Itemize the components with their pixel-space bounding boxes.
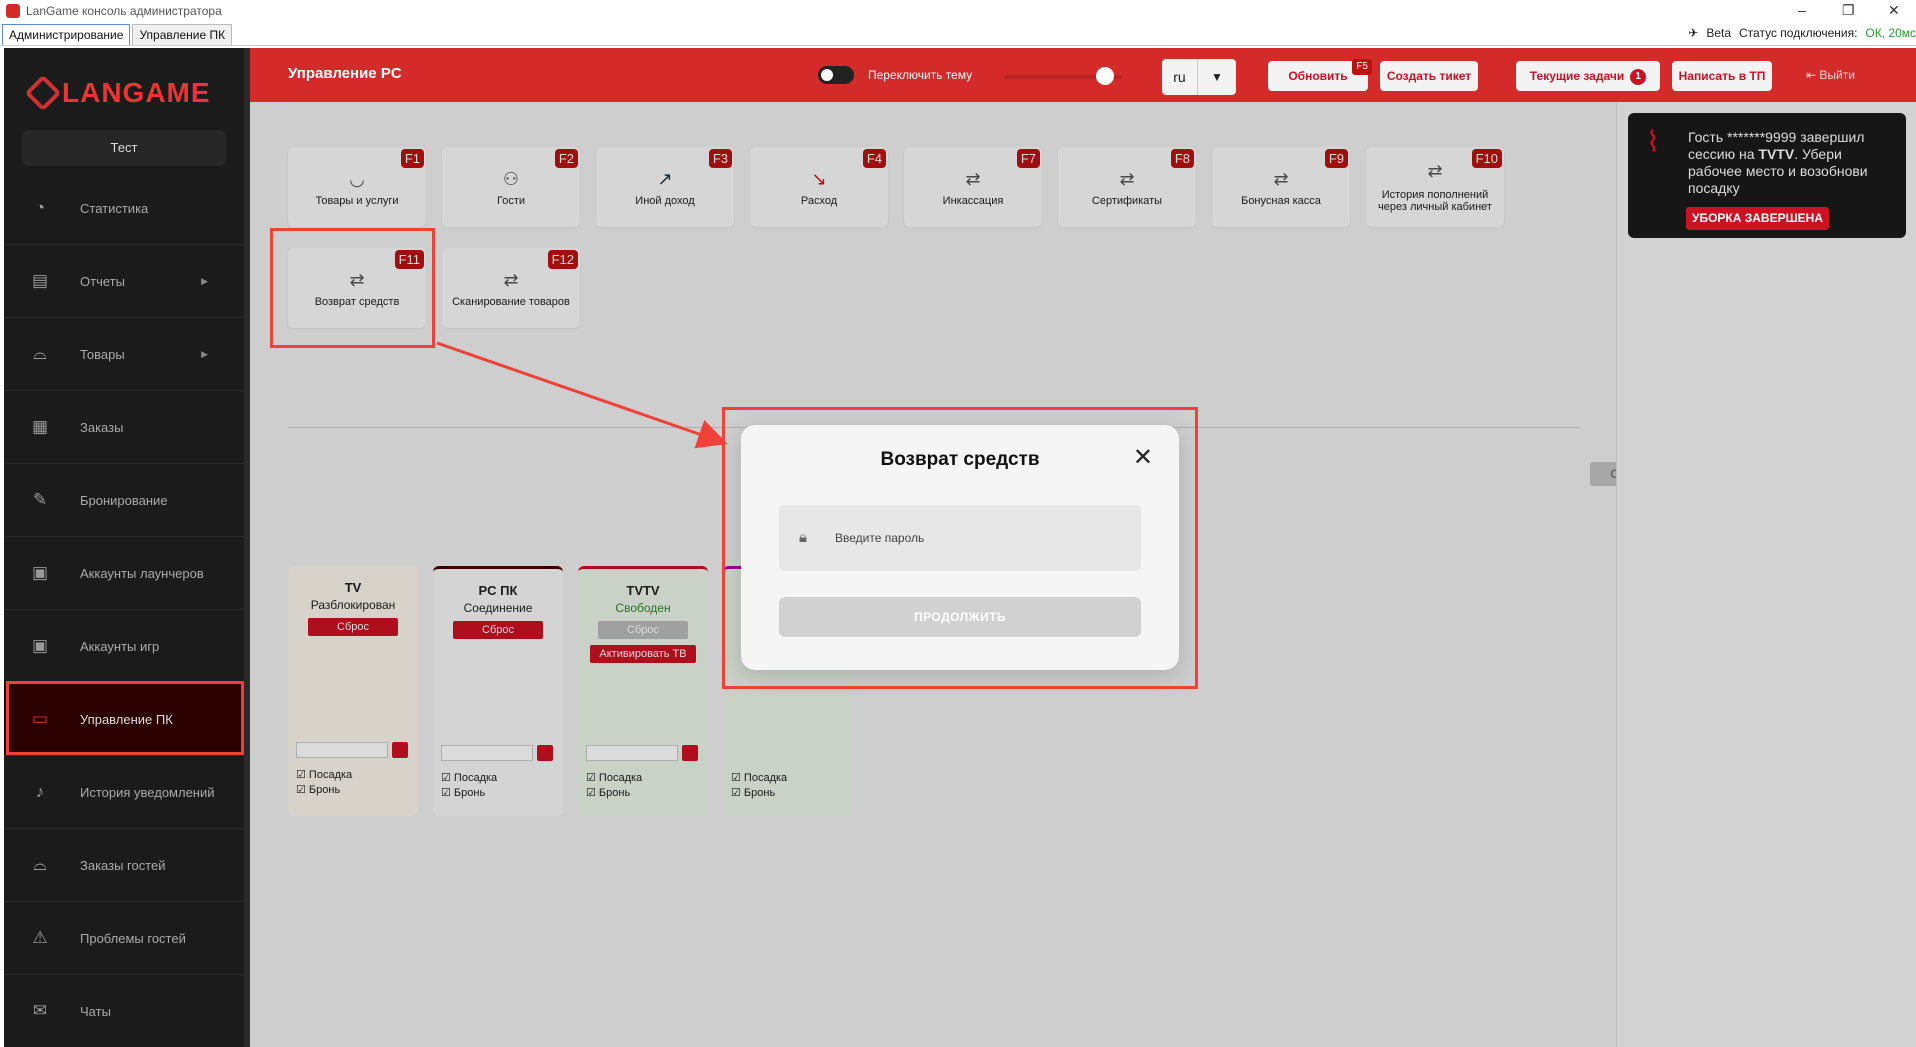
- header-bar: Управление PC Переключить тему ru ▼ Обно…: [250, 48, 1916, 102]
- chevron-right-icon: ▶: [201, 275, 208, 286]
- window-title: LanGame консоль администратора: [26, 4, 222, 18]
- sidebar-item-label: Заказы гостей: [80, 857, 166, 873]
- sidebar-item-label: Бронирование: [80, 492, 168, 508]
- langame-logo: LANGAME: [24, 74, 211, 112]
- logout-button[interactable]: ⇤ Выйти: [1806, 68, 1855, 82]
- current-tasks-label: Текущие задачи: [1529, 69, 1625, 83]
- sidebar-item-label: Чаты: [80, 1003, 111, 1019]
- cloche-icon: ⌓: [33, 344, 47, 363]
- theme-toggle[interactable]: [818, 66, 854, 84]
- logo-text: LANGAME: [62, 77, 211, 108]
- edit-icon: ✎: [32, 490, 48, 509]
- volume-slider-handle[interactable]: [1096, 67, 1114, 85]
- tab-administration[interactable]: Администрирование: [2, 24, 131, 45]
- tab-pc-management[interactable]: Управление ПК: [132, 24, 233, 45]
- grid-icon: ▦: [31, 417, 49, 436]
- status-label: Статус подключения:: [1739, 26, 1858, 40]
- sidebar-item-notification-history[interactable]: ♪ История уведомлений: [4, 756, 244, 829]
- broom-icon: ⌇: [1646, 126, 1660, 157]
- language-value: ru: [1162, 59, 1198, 95]
- connection-status: ✈ Beta Статус подключения: ОК, 20мс: [1688, 26, 1916, 40]
- sidebar-item-label: Заказы: [80, 419, 124, 435]
- logout-label: Выйти: [1819, 68, 1855, 82]
- sidebar-nav: ◔ Статистика ▤ Отчеты ▶ ⌓ Товары ▶ ▦ Заказы ✎ Б…: [4, 172, 244, 1047]
- sidebar-item-statistics[interactable]: ◔ Статистика: [4, 172, 244, 245]
- plane-icon: ✈: [1688, 26, 1699, 40]
- chat-icon: ✉: [32, 1001, 48, 1020]
- notification-text: Гость *******9999 завершил сессию на TVT…: [1688, 129, 1888, 197]
- sidebar-item-label: Товары: [80, 346, 125, 362]
- sidebar-item-guest-problems[interactable]: ⚠ Проблемы гостей: [4, 902, 244, 975]
- theme-toggle-label: Переключить тему: [868, 68, 973, 82]
- write-support-button[interactable]: Написать в ТП: [1672, 61, 1772, 91]
- cleaning-done-button[interactable]: УБОРКА ЗАВЕРШЕНА: [1686, 207, 1830, 230]
- sidebar-item-label: Проблемы гостей: [80, 930, 186, 946]
- window-titlebar: LanGame консоль администратора – ❐ ✕: [0, 0, 1916, 22]
- sidebar-item-guest-orders[interactable]: ⌓ Заказы гостей: [4, 829, 244, 902]
- sidebar-item-label: Аккаунты игр: [80, 638, 160, 654]
- profile-name[interactable]: Тест: [22, 130, 226, 166]
- report-icon: ▤: [31, 271, 49, 290]
- sidebar-item-label: История уведомлений: [80, 784, 215, 800]
- language-select[interactable]: ru ▼: [1162, 59, 1236, 95]
- sidebar-item-reports[interactable]: ▤ Отчеты ▶: [4, 245, 244, 318]
- sidebar: LANGAME Тест ◔ Статистика ▤ Отчеты ▶ ⌓ Товар…: [4, 48, 244, 1047]
- annotation-box-modal: [722, 407, 1198, 689]
- beta-label: Beta: [1706, 26, 1732, 40]
- chevron-right-icon: ▶: [201, 348, 208, 359]
- status-value: ОК, 20мс: [1865, 26, 1916, 40]
- sidebar-item-booking[interactable]: ✎ Бронирование: [4, 464, 244, 537]
- sidebar-item-label: Статистика: [80, 200, 149, 216]
- window-tabs: Администрирование Управление ПК ✈ Beta С…: [0, 22, 1916, 46]
- refresh-label: Обновить: [1288, 69, 1348, 83]
- account-icon: ▣: [31, 563, 49, 582]
- refresh-button[interactable]: Обновить F5: [1268, 59, 1372, 91]
- sidebar-item-orders[interactable]: ▦ Заказы: [4, 391, 244, 464]
- refresh-hotkey: F5: [1352, 59, 1372, 75]
- sidebar-item-chats[interactable]: ✉ Чаты: [4, 975, 244, 1047]
- logo-icon: [24, 74, 62, 112]
- chevron-down-icon: ▼: [1211, 70, 1223, 84]
- restore-icon[interactable]: ❐: [1842, 2, 1855, 19]
- warning-icon: ⚠: [32, 928, 48, 947]
- close-window-icon[interactable]: ✕: [1888, 2, 1900, 19]
- page-title: Управление PC: [288, 65, 402, 82]
- sidebar-item-launcher-accounts[interactable]: ▣ Аккаунты лаунчеров: [4, 537, 244, 610]
- notification-pc: TVTV: [1758, 146, 1795, 162]
- cloche-icon: ⌓: [33, 855, 47, 874]
- sidebar-item-label: Аккаунты лаунчеров: [80, 565, 204, 581]
- notification-toast: ⌇ Гость *******9999 завершил сессию на T…: [1628, 113, 1906, 238]
- pie-chart-icon: ◔: [34, 198, 46, 217]
- create-ticket-button[interactable]: Создать тикет: [1380, 61, 1478, 91]
- tasks-count-badge: 1: [1630, 68, 1647, 85]
- app-logo-icon: [6, 4, 20, 18]
- sidebar-item-game-accounts[interactable]: ▣ Аккаунты игр: [4, 610, 244, 683]
- sidebar-item-goods[interactable]: ⌓ Товары ▶: [4, 318, 244, 391]
- annotation-box-refund-tile: [270, 228, 435, 348]
- sidebar-item-label: Отчеты: [80, 273, 125, 289]
- bell-icon: ♪: [35, 782, 45, 801]
- annotation-box-sidebar: [6, 681, 244, 755]
- minimize-icon[interactable]: –: [1798, 2, 1806, 18]
- logout-icon: ⇤: [1806, 68, 1817, 82]
- account-icon: ▣: [31, 636, 49, 655]
- current-tasks-button[interactable]: Текущие задачи 1: [1516, 61, 1660, 91]
